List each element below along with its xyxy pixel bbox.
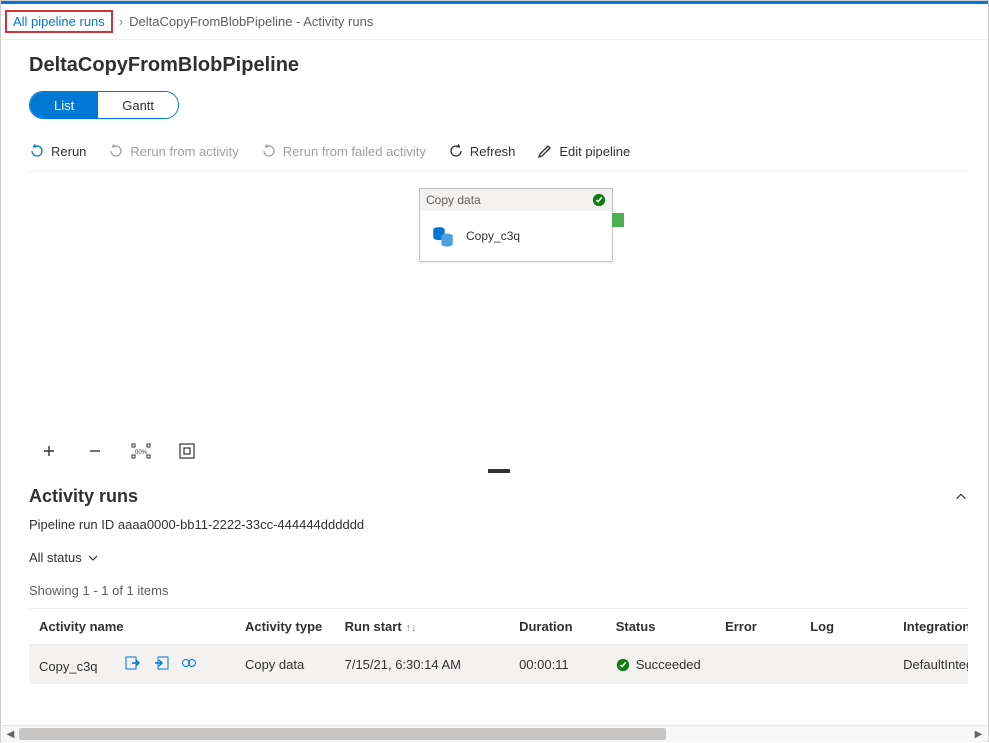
refresh-icon [448,143,464,159]
fit-to-screen-button[interactable] [177,441,197,461]
zoom-out-button[interactable] [85,441,105,461]
diagram-canvas[interactable]: Copy data Copy_c3q [29,172,968,472]
table-row[interactable]: Copy_c3q Copy data 7/15/21, 6:30:14 AM 0… [29,645,968,685]
cell-log [800,645,893,685]
view-toggle-list[interactable]: List [30,92,98,118]
pane-resize-handle[interactable] [488,469,510,473]
sort-icon: ↑↓ [406,622,417,634]
edit-icon [537,143,553,159]
activity-card[interactable]: Copy data Copy_c3q [419,188,613,262]
scrollbar-thumb[interactable] [19,728,666,740]
details-icon[interactable] [181,655,197,671]
toolbar: Rerun Rerun from activity Rerun from fai… [29,131,968,172]
activity-runs-table: Activity name Activity type Run start↑↓ … [29,608,968,684]
view-toggle-gantt[interactable]: Gantt [98,92,178,118]
breadcrumb: All pipeline runs › DeltaCopyFromBlobPip… [1,4,988,40]
horizontal-scrollbar[interactable]: ◀ ▶ [2,725,987,742]
pipeline-run-id-label: Pipeline run ID [29,517,114,532]
svg-text:00%: 00% [135,450,148,456]
col-activity-name[interactable]: Activity name [29,609,235,645]
chevron-right-icon: › [119,14,123,29]
cell-status: Succeeded [636,657,701,672]
col-status[interactable]: Status [606,609,715,645]
col-activity-type[interactable]: Activity type [235,609,335,645]
breadcrumb-current: DeltaCopyFromBlobPipeline - Activity run… [129,14,373,29]
view-toggle: List Gantt [29,91,179,119]
rerun-from-activity-label: Rerun from activity [130,144,238,159]
cell-integration: DefaultIntegr [893,645,968,685]
zoom-in-button[interactable] [39,441,59,461]
rerun-from-activity-button: Rerun from activity [108,143,238,159]
cell-error [715,645,800,685]
col-run-start[interactable]: Run start↑↓ [335,609,509,645]
chevron-down-icon [88,553,98,563]
rerun-icon [29,143,45,159]
edit-pipeline-button[interactable]: Edit pipeline [537,143,630,159]
activity-card-title: Copy_c3q [466,229,520,243]
col-integration[interactable]: Integration r [893,609,968,645]
database-icon [430,223,456,249]
status-filter-label: All status [29,550,82,565]
cell-activity-type: Copy data [235,645,335,685]
col-duration[interactable]: Duration [509,609,606,645]
col-log[interactable]: Log [800,609,893,645]
rerun-from-activity-icon [108,143,124,159]
scroll-left-button[interactable]: ◀ [2,726,19,743]
collapse-section-button[interactable] [954,490,968,504]
cell-activity-name: Copy_c3q [39,659,98,674]
activity-output-port[interactable] [612,213,624,227]
rerun-button[interactable]: Rerun [29,143,86,159]
refresh-label: Refresh [470,144,516,159]
success-icon [592,193,606,207]
showing-count: Showing 1 - 1 of 1 items [29,583,968,598]
edit-pipeline-label: Edit pipeline [559,144,630,159]
success-icon [616,658,630,672]
rerun-label: Rerun [51,144,86,159]
cell-duration: 00:00:11 [509,645,606,685]
cell-run-start: 7/15/21, 6:30:14 AM [335,645,509,685]
zoom-reset-button[interactable]: 00% [131,441,151,461]
col-error[interactable]: Error [715,609,800,645]
page-title: DeltaCopyFromBlobPipeline [29,54,968,77]
scroll-right-button[interactable]: ▶ [970,726,987,743]
status-filter-dropdown[interactable]: All status [29,550,98,565]
input-icon[interactable] [125,655,141,671]
activity-runs-title: Activity runs [29,486,138,507]
rerun-from-failed-icon [261,143,277,159]
breadcrumb-all-pipeline-runs[interactable]: All pipeline runs [5,10,113,33]
rerun-from-failed-button: Rerun from failed activity [261,143,426,159]
activity-card-type: Copy data [426,193,481,207]
output-icon[interactable] [153,655,169,671]
refresh-button[interactable]: Refresh [448,143,516,159]
rerun-from-failed-label: Rerun from failed activity [283,144,426,159]
pipeline-run-id-value: aaaa0000-bb11-2222-33cc-444444dddddd [118,517,364,532]
